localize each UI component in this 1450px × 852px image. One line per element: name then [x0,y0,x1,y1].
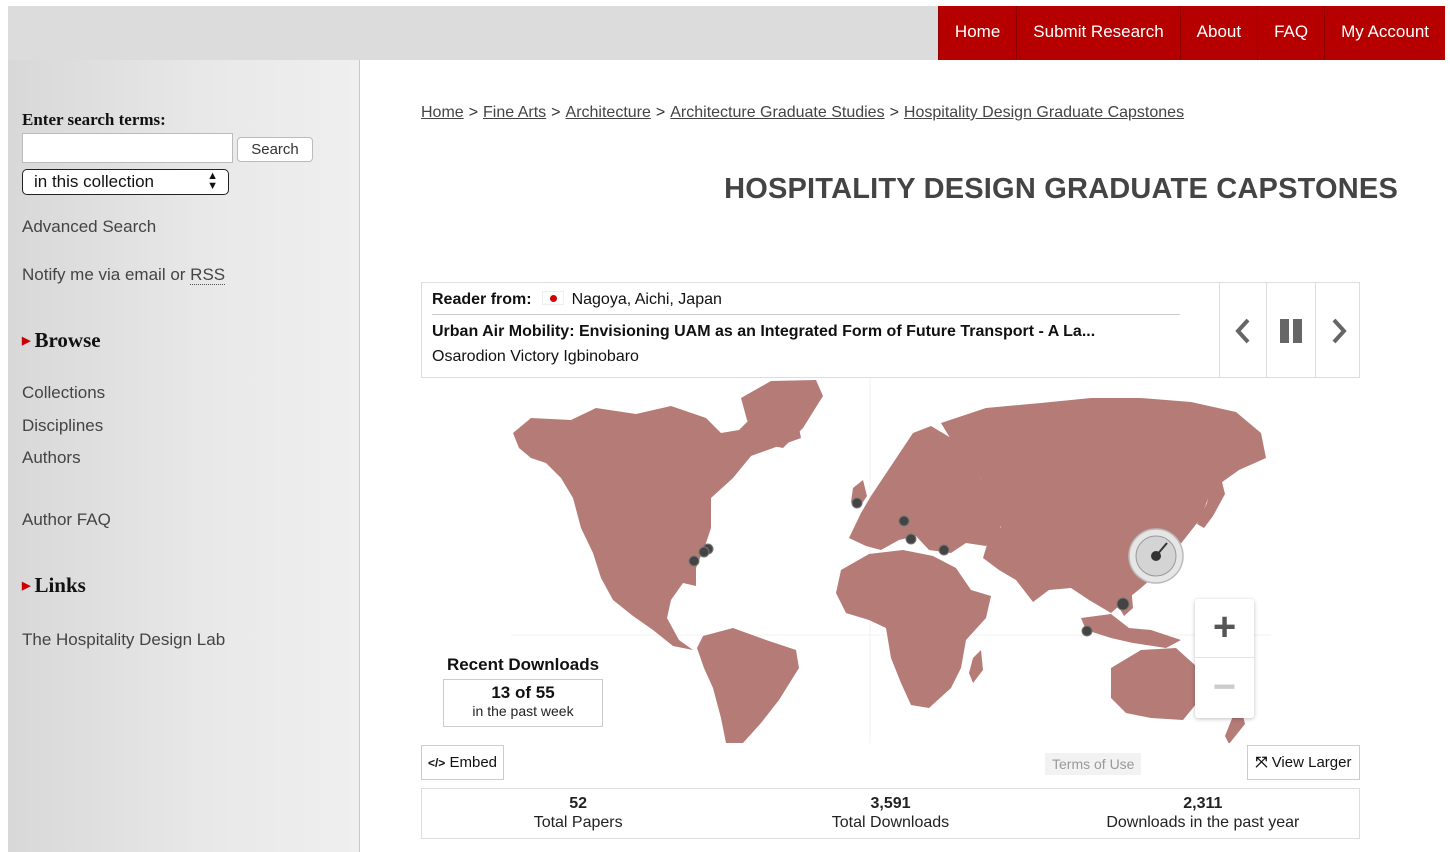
top-nav: Home Submit Research About FAQ My Accoun… [937,6,1445,60]
breadcrumb-separator: > [889,104,899,121]
browse-disciplines-link[interactable]: Disciplines [22,416,103,436]
recent-downloads-title: Recent Downloads [446,655,600,674]
stat-value: 3,591 [870,795,911,812]
reader-panel: Reader from: Nagoya, Aichi, Japan Urban A… [421,282,1360,378]
breadcrumb-separator: > [551,104,561,121]
stat-label: Total Downloads [831,814,950,831]
recent-downloads: Recent Downloads 13 of 55 in the past we… [443,655,603,727]
pause-button[interactable] [1266,283,1315,378]
nav-faq[interactable]: FAQ [1257,6,1325,60]
stat-label: Downloads in the past year [1106,814,1300,831]
map-marker [1116,597,1130,611]
next-button[interactable] [1315,283,1362,378]
stat-value: 2,311 [1183,795,1223,812]
recent-downloads-subtitle: in the past week [472,703,574,719]
stat-downloads-past-year: 2,311 Downloads in the past year [1047,789,1359,838]
madagascar [969,650,983,683]
links-heading: ▶ Links [22,573,86,598]
paper-author: Osarodion Victory Igbinobaro [432,348,639,365]
browse-heading: ▶ Browse [22,328,101,353]
stat-label: Total Papers [533,814,623,831]
view-larger-button[interactable]: ⤧ View Larger [1247,745,1360,780]
breadcrumb-hospitality-design[interactable]: Hospitality Design Graduate Capstones [904,104,1184,121]
map-marker [851,497,863,509]
map-marker [1081,625,1093,637]
search-scope-value: in this collection [34,172,155,191]
map-marker [938,544,950,556]
breadcrumb-architecture-graduate-studies[interactable]: Architecture Graduate Studies [670,104,884,121]
japan-flag-icon [541,291,564,305]
hospitality-design-lab-link[interactable]: The Hospitality Design Lab [22,630,225,650]
zoom-control: + − [1195,599,1254,718]
embed-button[interactable]: </> Embed [421,745,504,780]
map-marker [898,515,910,527]
view-larger-label: View Larger [1271,754,1352,771]
divider [432,314,1180,315]
author-faq-link[interactable]: Author FAQ [22,510,111,530]
recent-downloads-box: 13 of 55 in the past week [443,679,603,727]
advanced-search-link[interactable]: Advanced Search [22,217,156,237]
select-arrows-icon: ▲ ▼ [207,170,218,192]
pause-icon [1280,318,1302,343]
stat-value: 52 [569,795,588,812]
nav-my-account[interactable]: My Account [1324,6,1445,60]
breadcrumb: Home > Fine Arts > Architecture > Architecture… [421,104,1184,122]
indonesia [1081,614,1181,648]
notify-text: Notify me via email or RSS [22,265,226,285]
triangle-right-icon: ▶ [22,335,31,347]
sidebar: Enter search terms: Search in this colle… [8,60,360,852]
previous-button[interactable] [1219,283,1266,378]
top-bar: Home Submit Research About FAQ My Accoun… [8,6,1445,60]
north-america [513,406,801,650]
map-marker [698,546,710,558]
africa [836,550,991,708]
search-button[interactable]: Search [237,137,313,162]
search-heading: Enter search terms: [22,110,166,129]
zoom-in-button[interactable]: + [1195,599,1254,658]
terms-of-use-link[interactable]: Terms of Use [1045,753,1142,775]
nav-submit-research[interactable]: Submit Research [1016,6,1180,60]
stat-total-papers: 52 Total Papers [422,789,734,838]
recent-downloads-count: 13 of 55 [491,683,555,702]
breadcrumb-separator: > [655,104,666,121]
south-america [697,628,799,743]
readership-map-widget: Reader from: Nagoya, Aichi, Japan Urban A… [421,282,1360,839]
reader-location: Nagoya, Aichi, Japan [571,291,722,308]
embed-label: Embed [449,754,498,771]
breadcrumb-separator: > [468,104,479,121]
active-marker [1151,551,1161,561]
paper-title-link[interactable]: Urban Air Mobility: Envisioning UAM as a… [432,323,1095,341]
breadcrumb-architecture[interactable]: Architecture [566,104,651,121]
chevron-left-icon [1235,318,1250,343]
nav-home[interactable]: Home [937,6,1017,60]
rss-link[interactable]: RSS [190,265,226,285]
notify-label: Notify me via email or [22,265,191,284]
zoom-out-button[interactable]: − [1195,659,1254,718]
browse-collections-link[interactable]: Collections [22,383,105,403]
browse-heading-label: Browse [34,328,101,352]
page-title: HOSPITALITY DESIGN GRADUATE CAPSTONES [724,173,1398,205]
search-scope-select[interactable]: in this collection ▲ ▼ [22,169,229,195]
search-input[interactable] [22,133,233,163]
expand-icon: ⤧ [1255,754,1268,771]
reader-from: Reader from: Nagoya, Aichi, Japan [432,291,722,309]
triangle-right-icon: ▶ [22,580,31,592]
breadcrumb-fine-arts[interactable]: Fine Arts [483,104,546,121]
map-marker [688,555,700,567]
reader-from-label: Reader from: [432,291,532,308]
links-heading-label: Links [34,573,86,597]
code-icon: </> [427,756,446,770]
stats-bar: 52 Total Papers 3,591 Total Downloads 2,… [421,788,1360,839]
chevron-right-icon [1332,318,1347,343]
australia [1111,648,1201,720]
breadcrumb-home[interactable]: Home [421,104,464,121]
nav-about[interactable]: About [1179,6,1258,60]
stat-total-downloads: 3,591 Total Downloads [734,789,1046,838]
map-marker [905,533,917,545]
browse-authors-link[interactable]: Authors [22,448,81,468]
